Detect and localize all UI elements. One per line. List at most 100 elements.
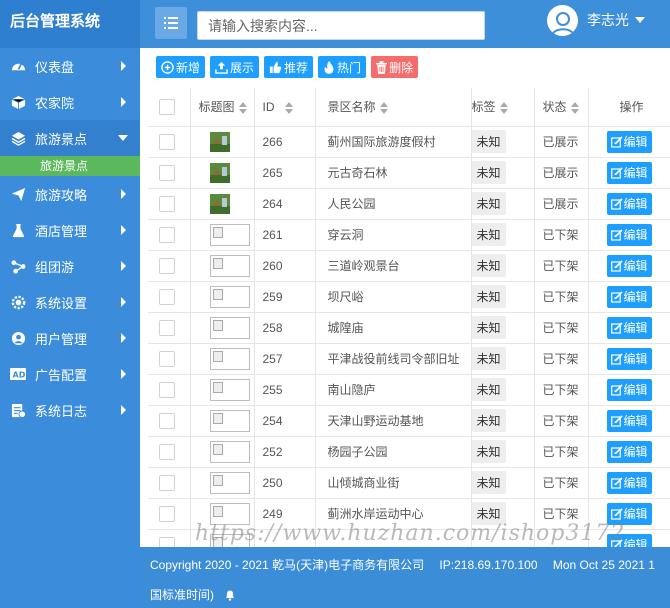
status-cell: 已下架 [534,436,589,468]
menu-toggle-button[interactable] [155,7,187,39]
row-checkbox[interactable] [159,381,175,398]
sidebar-item-logs[interactable]: 系统日志 [0,392,140,428]
sidebar-subitem-scenic-spots[interactable]: 旅游景点 [0,156,140,176]
column-header-thumb[interactable]: 标题图 [190,88,255,127]
edit-button[interactable]: 编辑 [606,254,652,277]
id-cell: 258 [254,312,316,344]
search-input[interactable] [197,11,485,40]
edit-button[interactable]: 编辑 [606,502,652,525]
sort-icon[interactable] [379,102,388,115]
broken-image-icon [209,502,250,525]
tag-cell: 未知 [471,405,535,437]
tag-badge: 未知 [471,254,506,277]
select-cell [148,343,191,375]
column-header-id[interactable]: ID [254,88,316,127]
id-cell: 250 [254,467,316,499]
sidebar-item-group-tours[interactable]: 组团游 [0,248,140,284]
edit-button[interactable]: 编辑 [606,192,652,215]
row-checkbox[interactable] [159,536,175,547]
tag-cell: 未知 [471,374,535,406]
row-checkbox[interactable] [159,412,175,429]
row-checkbox[interactable] [159,350,175,367]
row-checkbox[interactable] [159,164,175,181]
edit-button-label: 编辑 [623,538,648,547]
recommend-button[interactable]: 推荐 [264,56,314,78]
edit-button[interactable]: 编辑 [606,440,652,463]
column-header-name[interactable]: 景区名称 [315,88,472,127]
table-row: 259 坝尺峪 未知 已下架 编辑 [148,281,670,313]
row-checkbox[interactable] [159,319,175,336]
name-cell: 天津山野运动基地 [315,405,472,437]
select-all-checkbox[interactable] [159,98,175,115]
edit-button[interactable]: 编辑 [606,409,652,432]
row-checkbox[interactable] [159,474,175,491]
broken-image-icon [209,471,250,494]
edit-button[interactable]: 编辑 [606,316,652,339]
add-button[interactable]: 新增 [156,56,206,78]
table-row: 编辑 [148,529,670,547]
delete-button[interactable]: 删除 [371,56,419,78]
row-checkbox[interactable] [159,505,175,522]
sidebar-item-users[interactable]: 用户管理 [0,320,140,356]
action-cell: 编辑 [588,374,670,406]
sort-icon[interactable] [284,101,293,114]
sidebar-item-ads[interactable]: AD 广告配置 [0,356,140,392]
table-row: 261 穿云洞 未知 已下架 编辑 [148,219,670,251]
row-checkbox[interactable] [159,443,175,460]
table-row: 249 蓟洲水岸运动中心 未知 已下架 编辑 [148,498,670,530]
edit-button[interactable]: 编辑 [606,161,652,184]
sidebar-item-label: 系统日志 [35,403,88,419]
row-checkbox[interactable] [159,226,175,243]
tag-cell: 未知 [471,312,535,344]
edit-button-label: 编辑 [623,228,648,242]
tag-cell [471,529,535,547]
thumb-cell [190,467,255,499]
sort-icon[interactable] [570,102,579,115]
row-checkbox[interactable] [159,133,175,150]
edit-icon [610,259,623,272]
main-content: 新增 展示 推荐 热门 删除 标题图 ID 景区名称 标签 状态 操作 266 … [140,48,670,547]
sidebar-item-settings[interactable]: 系统设置 [0,284,140,320]
row-checkbox[interactable] [159,195,175,212]
row-checkbox[interactable] [159,257,175,274]
hot-button[interactable]: 热门 [318,56,367,78]
user-menu[interactable]: 李志光 [547,4,645,36]
status-cell: 已展示 [534,126,589,158]
sidebar-item-label: 农家院 [35,95,75,111]
sidebar-item-scenic-spots[interactable]: 旅游景点 [0,120,140,156]
sidebar-item-travel-guides[interactable]: 旅游攻略 [0,176,140,212]
edit-button[interactable]: 编辑 [606,285,652,308]
bell-icon [226,590,234,601]
sidebar-item-dashboard[interactable]: 仪表盘 [0,48,140,84]
edit-button[interactable]: 编辑 [606,533,652,547]
action-cell: 编辑 [588,157,670,189]
paper-plane-icon [10,186,26,202]
cube-icon [10,94,26,110]
edit-button[interactable]: 编辑 [606,471,652,494]
edit-icon [610,197,623,210]
sidebar-item-label: 仪表盘 [35,59,75,75]
sort-icon[interactable] [238,102,247,115]
select-cell [148,281,191,313]
sort-icon[interactable] [499,102,508,115]
action-cell: 编辑 [588,188,670,220]
sidebar-item-farmhouse[interactable]: 农家院 [0,84,140,120]
name-cell [315,529,472,547]
id-cell: 259 [254,281,316,313]
tag-badge: 未知 [471,378,506,401]
chevron-right-icon [121,61,126,71]
id-cell: 261 [254,219,316,251]
status-cell: 已展示 [534,157,589,189]
sidebar-item-label: 旅游攻略 [35,187,88,203]
thumbnail-image [209,162,230,183]
edit-button[interactable]: 编辑 [606,378,652,401]
show-button[interactable]: 展示 [210,56,260,78]
broken-image-icon [209,223,250,246]
edit-button[interactable]: 编辑 [606,347,652,370]
id-cell: 257 [254,343,316,375]
row-checkbox[interactable] [159,288,175,305]
edit-button[interactable]: 编辑 [606,223,652,246]
tag-cell: 未知 [471,436,535,468]
edit-button[interactable]: 编辑 [606,130,652,153]
sidebar-item-hotels[interactable]: 酒店管理 [0,212,140,248]
